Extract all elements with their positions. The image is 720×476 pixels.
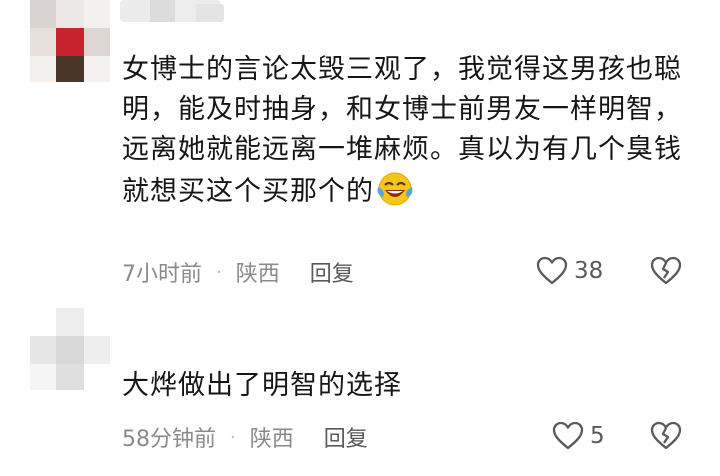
crying-laughing-emoji-icon (376, 170, 414, 208)
comment-body: 大烨做出了明智的选择 (122, 370, 402, 401)
comment-text: 女博士的言论太毁三观了，我觉得这男孩也聪明，能及时抽身，和女博士前男友一样明智，… (122, 50, 692, 212)
reply-button[interactable]: 回复 (324, 421, 368, 453)
broken-heart-icon (650, 256, 682, 285)
dislike-button[interactable] (650, 256, 682, 290)
broken-heart-icon (650, 421, 682, 450)
avatar[interactable] (30, 308, 110, 390)
heart-icon (552, 421, 584, 450)
heart-icon (536, 256, 568, 285)
avatar[interactable] (30, 0, 110, 82)
like-button[interactable]: 5 (552, 421, 605, 451)
reply-button[interactable]: 回复 (310, 256, 354, 288)
username-badge-redacted (196, 4, 224, 22)
like-count: 38 (574, 258, 604, 284)
comment-meta: 7小时前 · 陕西 回复 (122, 256, 354, 288)
like-count: 5 (590, 423, 605, 449)
separator-dot: · (216, 261, 222, 283)
comment-meta: 58分钟前 · 陕西 回复 (122, 421, 368, 453)
comment-location: 陕西 (235, 262, 280, 287)
separator-dot: · (230, 426, 236, 448)
comment-time: 58分钟前 (122, 427, 216, 452)
like-button[interactable]: 38 (536, 256, 603, 286)
comment-location: 陕西 (249, 427, 294, 452)
comment-time: 7小时前 (122, 262, 202, 287)
dislike-button[interactable] (650, 421, 682, 455)
comment-text: 大烨做出了明智的选择 (122, 366, 692, 406)
